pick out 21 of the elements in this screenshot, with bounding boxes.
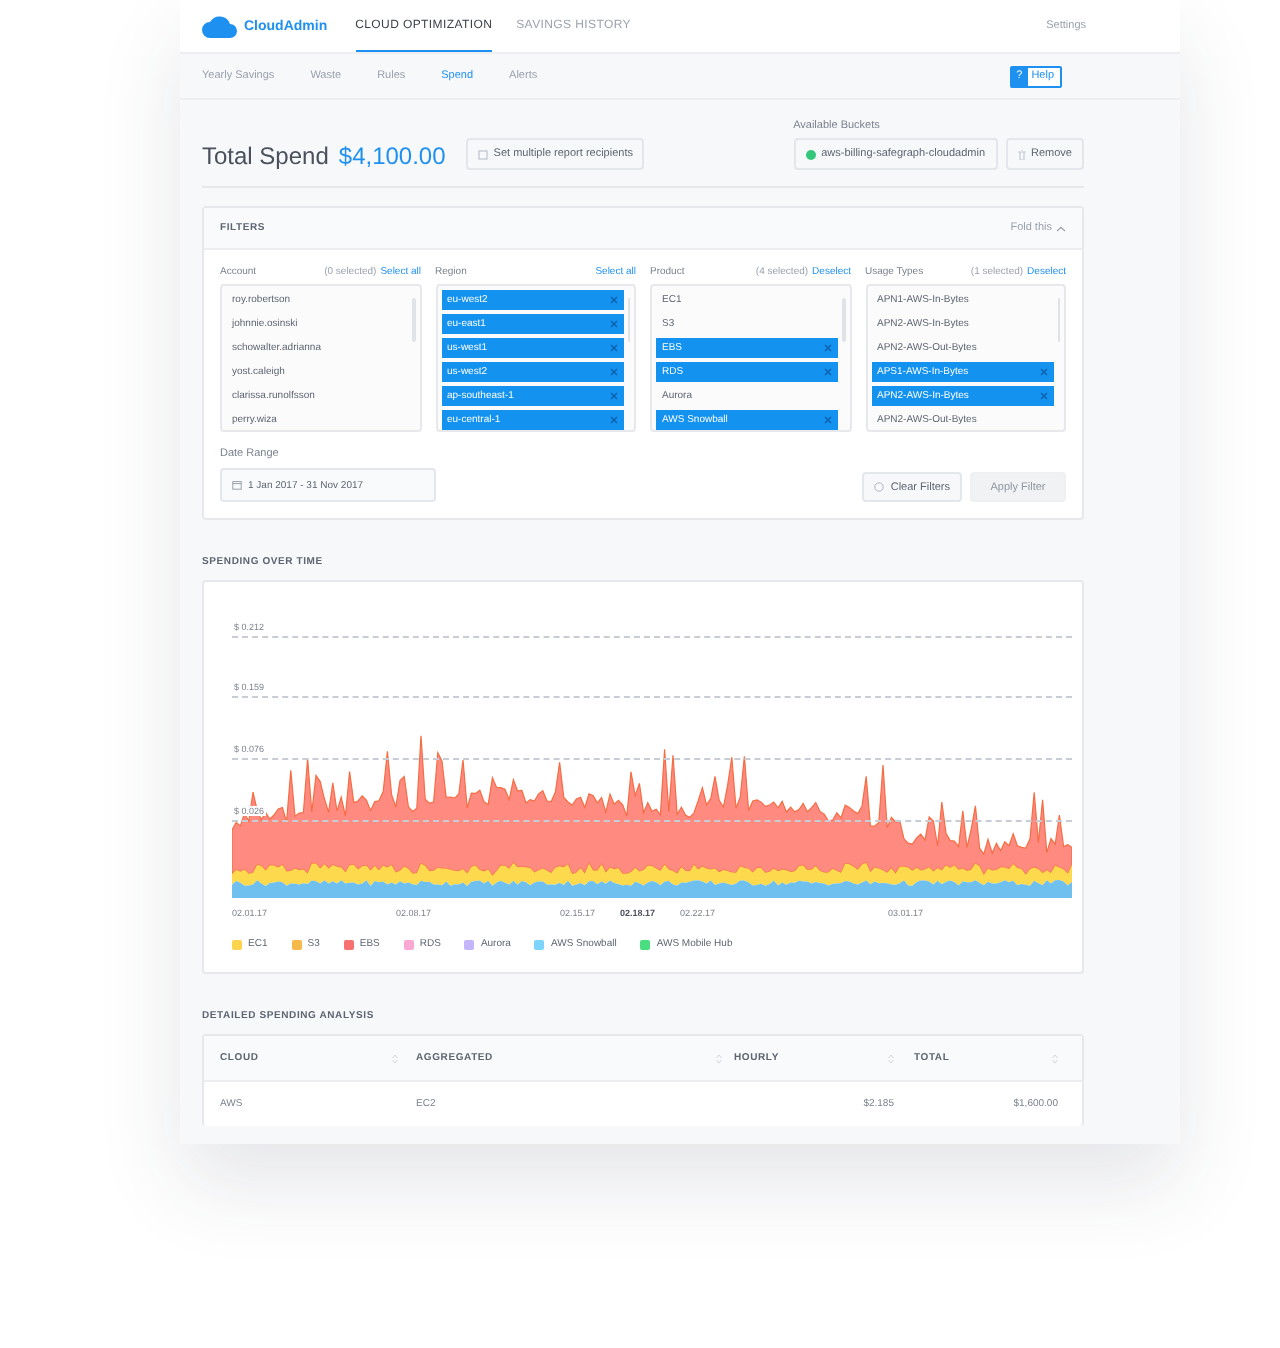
calendar-icon bbox=[232, 480, 242, 490]
close-icon[interactable] bbox=[824, 343, 832, 352]
trash-icon bbox=[1017, 149, 1026, 159]
close-icon[interactable] bbox=[609, 319, 617, 328]
close-icon[interactable] bbox=[1039, 367, 1047, 376]
chevron-up-icon bbox=[1056, 225, 1066, 231]
checkbox-icon bbox=[477, 149, 488, 159]
close-icon[interactable] bbox=[824, 367, 832, 376]
total-spend-label: Total Spend bbox=[202, 142, 329, 170]
status-dot-icon bbox=[805, 149, 816, 159]
close-icon[interactable] bbox=[609, 367, 617, 376]
close-icon[interactable] bbox=[609, 391, 617, 400]
close-icon[interactable] bbox=[609, 343, 617, 352]
total-spend-amount: $4,100.00 bbox=[338, 142, 446, 170]
close-icon[interactable] bbox=[609, 415, 617, 424]
scrollbar[interactable] bbox=[627, 298, 630, 342]
close-icon[interactable] bbox=[609, 295, 617, 304]
close-icon[interactable] bbox=[824, 415, 832, 424]
cloud-logo-icon bbox=[200, 13, 240, 39]
close-circle-icon bbox=[874, 482, 885, 492]
close-icon[interactable] bbox=[1039, 391, 1047, 400]
